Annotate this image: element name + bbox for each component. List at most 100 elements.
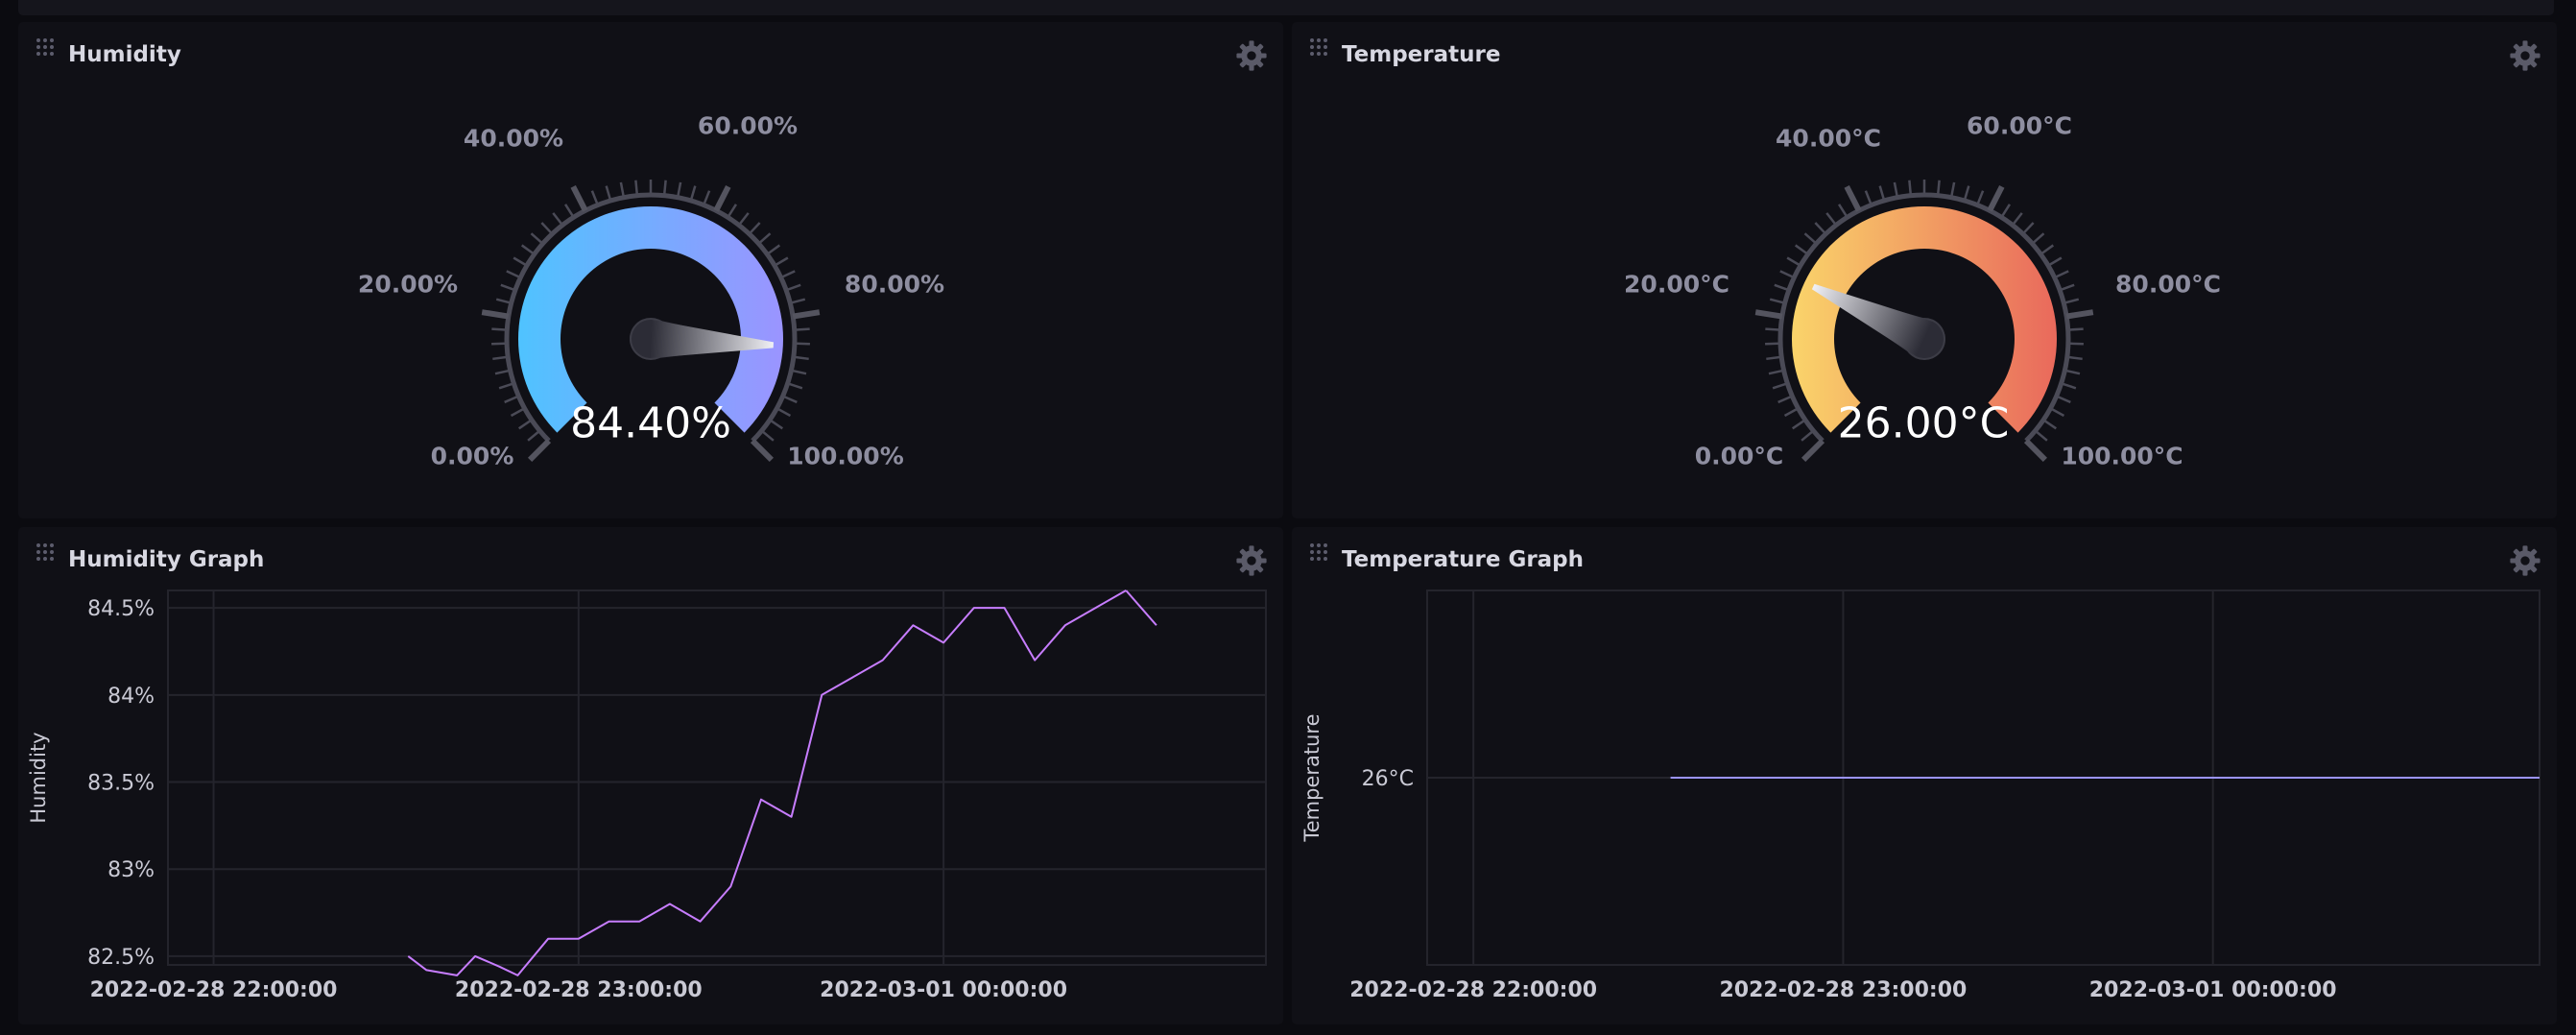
gauge-minor-tick <box>1774 283 1788 291</box>
gauge-minor-tick <box>590 190 599 205</box>
gauge-minor-tick <box>787 283 801 291</box>
gauge-minor-tick <box>1772 382 1786 390</box>
gauge-minor-tick <box>762 430 775 442</box>
gauge-minor-tick <box>1893 181 1898 196</box>
gauge-major-tick <box>792 309 821 320</box>
gauge-minor-tick <box>2069 327 2084 331</box>
x-tick-label: 2022-03-01 00:00:00 <box>2089 978 2337 1002</box>
gauge-minor-tick <box>1801 430 1813 442</box>
gauge-minor-tick <box>498 382 513 390</box>
gauge-tick-label: 40.00% <box>463 124 564 153</box>
gauge-major-tick <box>481 309 510 320</box>
gauge-major-tick <box>2023 438 2047 462</box>
x-tick-label: 2022-02-28 23:00:00 <box>1720 978 1968 1002</box>
x-tick-label: 2022-02-28 23:00:00 <box>455 978 703 1002</box>
gauge-minor-tick <box>530 232 542 244</box>
gauge-minor-tick <box>2044 420 2057 430</box>
humidity-graph-cell: Humidity Graph 84.5% 84% 83.5% 83% 82.5% 2022… <box>18 527 1283 1024</box>
gauge-tick-label: 100.00% <box>787 442 904 470</box>
gauge-minor-tick <box>518 420 531 430</box>
x-tick-label: 2022-02-28 22:00:00 <box>1349 978 1597 1002</box>
gauge-tick-label: 40.00°C <box>1776 124 1881 153</box>
gauge-minor-tick <box>791 298 806 304</box>
cell-title: Humidity <box>68 42 181 67</box>
gauge-minor-tick <box>2033 232 2045 244</box>
gauge-tick-label: 60.00% <box>697 111 799 140</box>
gauge-minor-tick <box>491 327 506 331</box>
gauge-minor-tick <box>619 181 625 196</box>
gauge-minor-tick <box>784 396 798 404</box>
gauge-value: 26.00°C <box>1837 398 2010 448</box>
gauge-minor-tick <box>739 212 750 225</box>
gauge-minor-tick <box>1908 180 1912 194</box>
humidity-gauge-cell: Humidity 0.00% 20.00% 40.00% 60.00% 80.0… <box>18 22 1283 518</box>
gauge-minor-tick <box>2056 270 2069 278</box>
y-tick-label: 84.5% <box>87 597 155 621</box>
y-tick-label: 82.5% <box>87 946 155 970</box>
gauge-minor-tick <box>527 430 539 442</box>
gauge-minor-tick <box>634 180 638 194</box>
gauge-tick-label: 100.00°C <box>2061 442 2183 470</box>
gauge-minor-tick <box>2063 382 2077 390</box>
gauge-minor-tick <box>513 256 526 266</box>
cell-title: Temperature <box>1342 42 1501 67</box>
gauge-minor-tick <box>2064 298 2080 304</box>
gauge-minor-tick <box>1837 204 1848 217</box>
gauge-minor-tick <box>1950 181 1956 196</box>
gauge-minor-tick <box>2013 212 2023 225</box>
gauge-minor-tick <box>2001 204 2012 217</box>
gauge-minor-tick <box>494 369 509 375</box>
gauge-tick-label: 80.00% <box>844 270 945 299</box>
gauge-minor-tick <box>1769 298 1784 304</box>
gauge-minor-tick <box>1779 270 1793 278</box>
gauge-major-tick <box>713 185 731 212</box>
gauge-minor-tick <box>506 270 519 278</box>
gauge-minor-tick <box>1814 222 1825 234</box>
x-tick-label: 2022-03-01 00:00:00 <box>820 978 1067 1002</box>
gauge-major-tick <box>528 438 552 462</box>
gauge-minor-tick <box>504 396 517 404</box>
temperature-gauge-cell: Temperature 0.00°C 20.00°C 40.00°C 60.00… <box>1292 22 2557 518</box>
drag-handle-icon[interactable] <box>35 36 56 58</box>
gauge-minor-tick <box>777 408 792 418</box>
gauge-minor-tick <box>1803 232 1816 244</box>
gauge-minor-tick <box>510 408 524 418</box>
gauge-minor-tick <box>677 181 682 196</box>
gauge-minor-tick <box>703 190 711 205</box>
gauge-minor-tick <box>1765 327 1779 331</box>
gauge-minor-tick <box>795 355 809 361</box>
gauge-minor-tick <box>605 185 611 200</box>
gauge-major-tick <box>2065 309 2094 320</box>
gauge-tick-label: 60.00°C <box>1967 111 2072 140</box>
gauge-minor-tick <box>2061 283 2075 291</box>
humidity-line-chart[interactable]: 84.5% 84% 83.5% 83% 82.5% 2022-02-28 22:00:00… <box>18 527 1283 1024</box>
gauge-minor-tick <box>789 382 803 390</box>
drag-handle-icon[interactable] <box>1308 36 1329 58</box>
gauge-minor-tick <box>2058 396 2071 404</box>
gauge-major-tick <box>1754 309 1783 320</box>
gauge-tick-label: 20.00°C <box>1624 270 1729 299</box>
gauge-minor-tick <box>520 244 534 254</box>
y-tick-label: 83.5% <box>87 772 155 796</box>
gear-icon[interactable] <box>2509 39 2541 72</box>
gauge-minor-tick <box>1768 369 1782 375</box>
gauge-major-tick <box>1987 185 2005 212</box>
gauge-minor-tick <box>1976 190 1985 205</box>
gauge-minor-tick <box>2049 256 2063 266</box>
gauge-minor-tick <box>2036 430 2048 442</box>
temperature-graph-cell: Temperature Graph 26°C 2022-02-28 22:00:0… <box>1292 527 2557 1024</box>
gauge-tick-label: 20.00% <box>357 270 459 299</box>
gauge-minor-tick <box>775 256 789 266</box>
gauge-minor-tick <box>1783 408 1798 418</box>
gauge-minor-tick <box>2041 244 2055 254</box>
gauge-minor-tick <box>2066 369 2081 375</box>
gauge-minor-tick <box>563 204 574 217</box>
gauge-minor-tick <box>796 327 810 331</box>
gauge-tick-label: 0.00% <box>430 442 514 470</box>
cell-header: Temperature <box>1292 22 2557 72</box>
temperature-line-chart[interactable]: 26°C 2022-02-28 22:00:00 2022-02-28 23:00:… <box>1292 527 2557 1024</box>
gear-icon[interactable] <box>1235 39 1268 72</box>
gauge-minor-tick <box>2023 222 2035 234</box>
gauge-minor-tick <box>1786 256 1800 266</box>
gauge-minor-tick <box>759 232 772 244</box>
